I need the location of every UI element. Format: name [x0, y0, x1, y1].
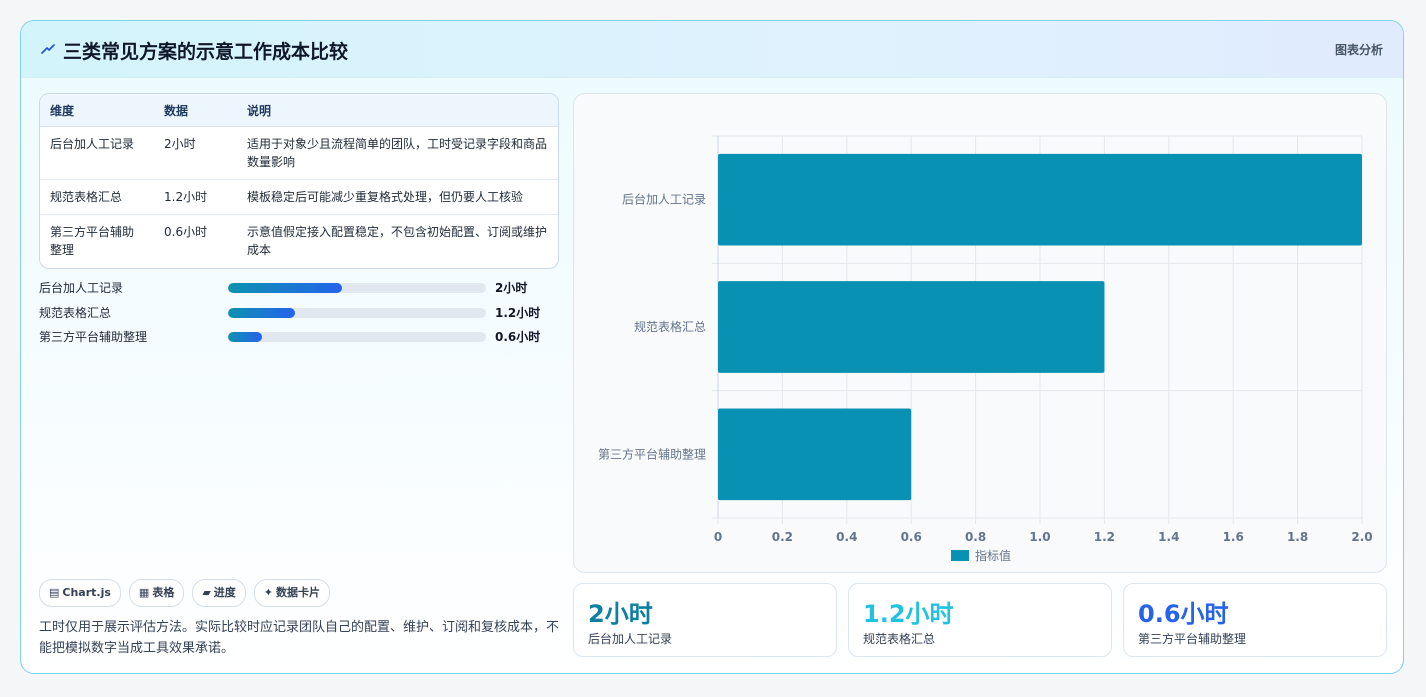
feature-chips: ▤ Chart.js ▦ 表格 ▰ 进度 ✦ 数据卡片 [39, 579, 331, 607]
bar [718, 408, 912, 501]
table-row: 规范表格汇总 1.2小时 模板稳定后可能减少重复格式处理，但仍要人工核验 [40, 179, 558, 215]
y-category-label: 后台加人工记录 [622, 192, 706, 207]
stat-value: 1.2小时 [863, 600, 954, 628]
progress-value: 0.6小时 [495, 330, 541, 344]
progress-label: 第三方平台辅助整理 [39, 330, 148, 344]
x-tick-label: 1.4 [1158, 530, 1179, 544]
row-description: 模板稳定后可能减少重复格式处理，但仍要人工核验 [237, 179, 558, 215]
bar-chart: 0 0.2 0.4 0.6 0.8 1.0 1.2 1.4 1.6 1.8 2.0 后台加人工记录规范… [598, 135, 1373, 563]
progress-fill [228, 332, 262, 342]
progress-track [228, 283, 486, 293]
table-row: 后台加人工记录 2小时 适用于对象少且流程简单的团队，工时受记录字段和商品数量影… [40, 126, 558, 180]
x-tick-label: 1.0 [1029, 530, 1050, 544]
column-header-dimension: 维度 [40, 94, 154, 127]
progress-fill [228, 283, 342, 293]
row-value: 1.2小时 [154, 179, 237, 215]
progress-track [228, 332, 486, 342]
x-tick-label: 0.8 [965, 530, 986, 544]
column-header-data: 数据 [154, 94, 237, 127]
table-header-row: 维度 数据 说明 [40, 94, 558, 127]
x-tick-label: 1.6 [1223, 530, 1244, 544]
table-row: 第三方平台辅助整理 0.6小时 示意值假定接入配置稳定，不包含初始配置、订阅或维… [40, 215, 558, 268]
stat-value: 0.6小时 [1138, 600, 1229, 628]
chart-card: 三类常见方案的示意工作成本比较 图表分析 维度 数据 说明 后台加人工记录 2小… [20, 20, 1404, 674]
progress-icon: ▰ [202, 586, 211, 599]
chip-progress[interactable]: ▰ 进度 [192, 579, 246, 607]
stat-label: 规范表格汇总 [863, 632, 936, 646]
chip-label: 表格 [152, 586, 175, 599]
progress-fill [228, 307, 296, 318]
page-title: 三类常见方案的示意工作成本比较 [63, 41, 349, 63]
progress-label: 后台加人工记录 [39, 281, 124, 295]
progress-row: 第三方平台辅助整理 0.6小时 [39, 328, 559, 353]
chip-label: 进度 [213, 586, 236, 599]
row-name: 后台加人工记录 [40, 126, 154, 180]
row-value: 2小时 [154, 126, 237, 180]
row-name: 第三方平台辅助整理 [50, 225, 135, 257]
stat-card: 2小时 后台加人工记录 [573, 583, 837, 657]
bar [718, 281, 1105, 373]
sparkle-icon: ✦ [263, 586, 274, 599]
stat-cards: 2小时 后台加人工记录 1.2小时 规范表格汇总 0.6小时 第三方平台辅助整理 [573, 583, 1387, 657]
chart-analysis-tag: 图表分析 [1334, 43, 1383, 57]
row-value: 0.6小时 [164, 225, 208, 239]
legend-swatch [951, 550, 969, 561]
stat-value: 2小时 [588, 600, 653, 628]
progress-row: 后台加人工记录 2小时 [39, 279, 559, 304]
progress-track [228, 307, 486, 318]
row-description: 示意值假定接入配置稳定，不包含初始配置、订阅或维护成本 [247, 225, 548, 257]
stat-card: 1.2小时 规范表格汇总 [848, 583, 1112, 657]
chip-table[interactable]: ▦ 表格 [128, 579, 185, 607]
legend-label: 指标值 [975, 548, 1011, 563]
x-tick-label: 1.2 [1094, 530, 1115, 544]
y-category-label: 第三方平台辅助整理 [598, 446, 706, 461]
stat-label: 第三方平台辅助整理 [1138, 632, 1247, 646]
x-tick-label: 0.6 [901, 530, 922, 544]
stat-card: 0.6小时 第三方平台辅助整理 [1123, 583, 1387, 657]
progress-value: 2小时 [495, 281, 528, 295]
x-tick-label: 0.4 [836, 530, 857, 544]
x-tick-label: 2.0 [1351, 530, 1372, 544]
x-tick-label: 0.2 [772, 530, 793, 544]
chip-data-card[interactable]: ✦ 数据卡片 [253, 579, 331, 607]
progress-label: 规范表格汇总 [39, 305, 112, 320]
y-category-label: 规范表格汇总 [634, 319, 706, 334]
chip-label: 数据卡片 [276, 586, 321, 599]
disclaimer-note: 工时仅用于展示评估方法。实际比较时应记录团队自己的配置、维护、订阅和复核成本，不… [39, 620, 560, 656]
chip-label: Chart.js [62, 586, 111, 599]
progress-value: 1.2小时 [495, 305, 541, 320]
bar-chart-panel: 0 0.2 0.4 0.6 0.8 1.0 1.2 1.4 1.6 1.8 2.0 后台加人工记录规范… [573, 93, 1387, 573]
trend-icon [41, 44, 55, 54]
row-description: 适用于对象少且流程简单的团队，工时受记录字段和商品数量影响 [237, 126, 558, 180]
row-name: 规范表格汇总 [40, 179, 154, 215]
table-icon: ▦ [138, 586, 150, 599]
chart-icon: ▤ [49, 586, 60, 599]
bar [718, 153, 1362, 246]
progress-row: 规范表格汇总 1.2小时 [39, 304, 559, 329]
x-tick-label: 1.8 [1287, 530, 1308, 544]
column-header-description: 说明 [237, 94, 558, 127]
chip-chartjs[interactable]: ▤ Chart.js [39, 579, 121, 607]
card-header: 三类常见方案的示意工作成本比较 图表分析 [21, 21, 1403, 78]
progress-list: 后台加人工记录 2小时 规范表格汇总 1.2小时 第三方平台辅助整理 0.6小时 [39, 279, 559, 353]
data-table: 维度 数据 说明 后台加人工记录 2小时 适用于对象少且流程简单的团队，工时受记… [39, 93, 559, 269]
stat-label: 后台加人工记录 [588, 632, 673, 646]
x-tick-label: 0 [714, 530, 722, 544]
